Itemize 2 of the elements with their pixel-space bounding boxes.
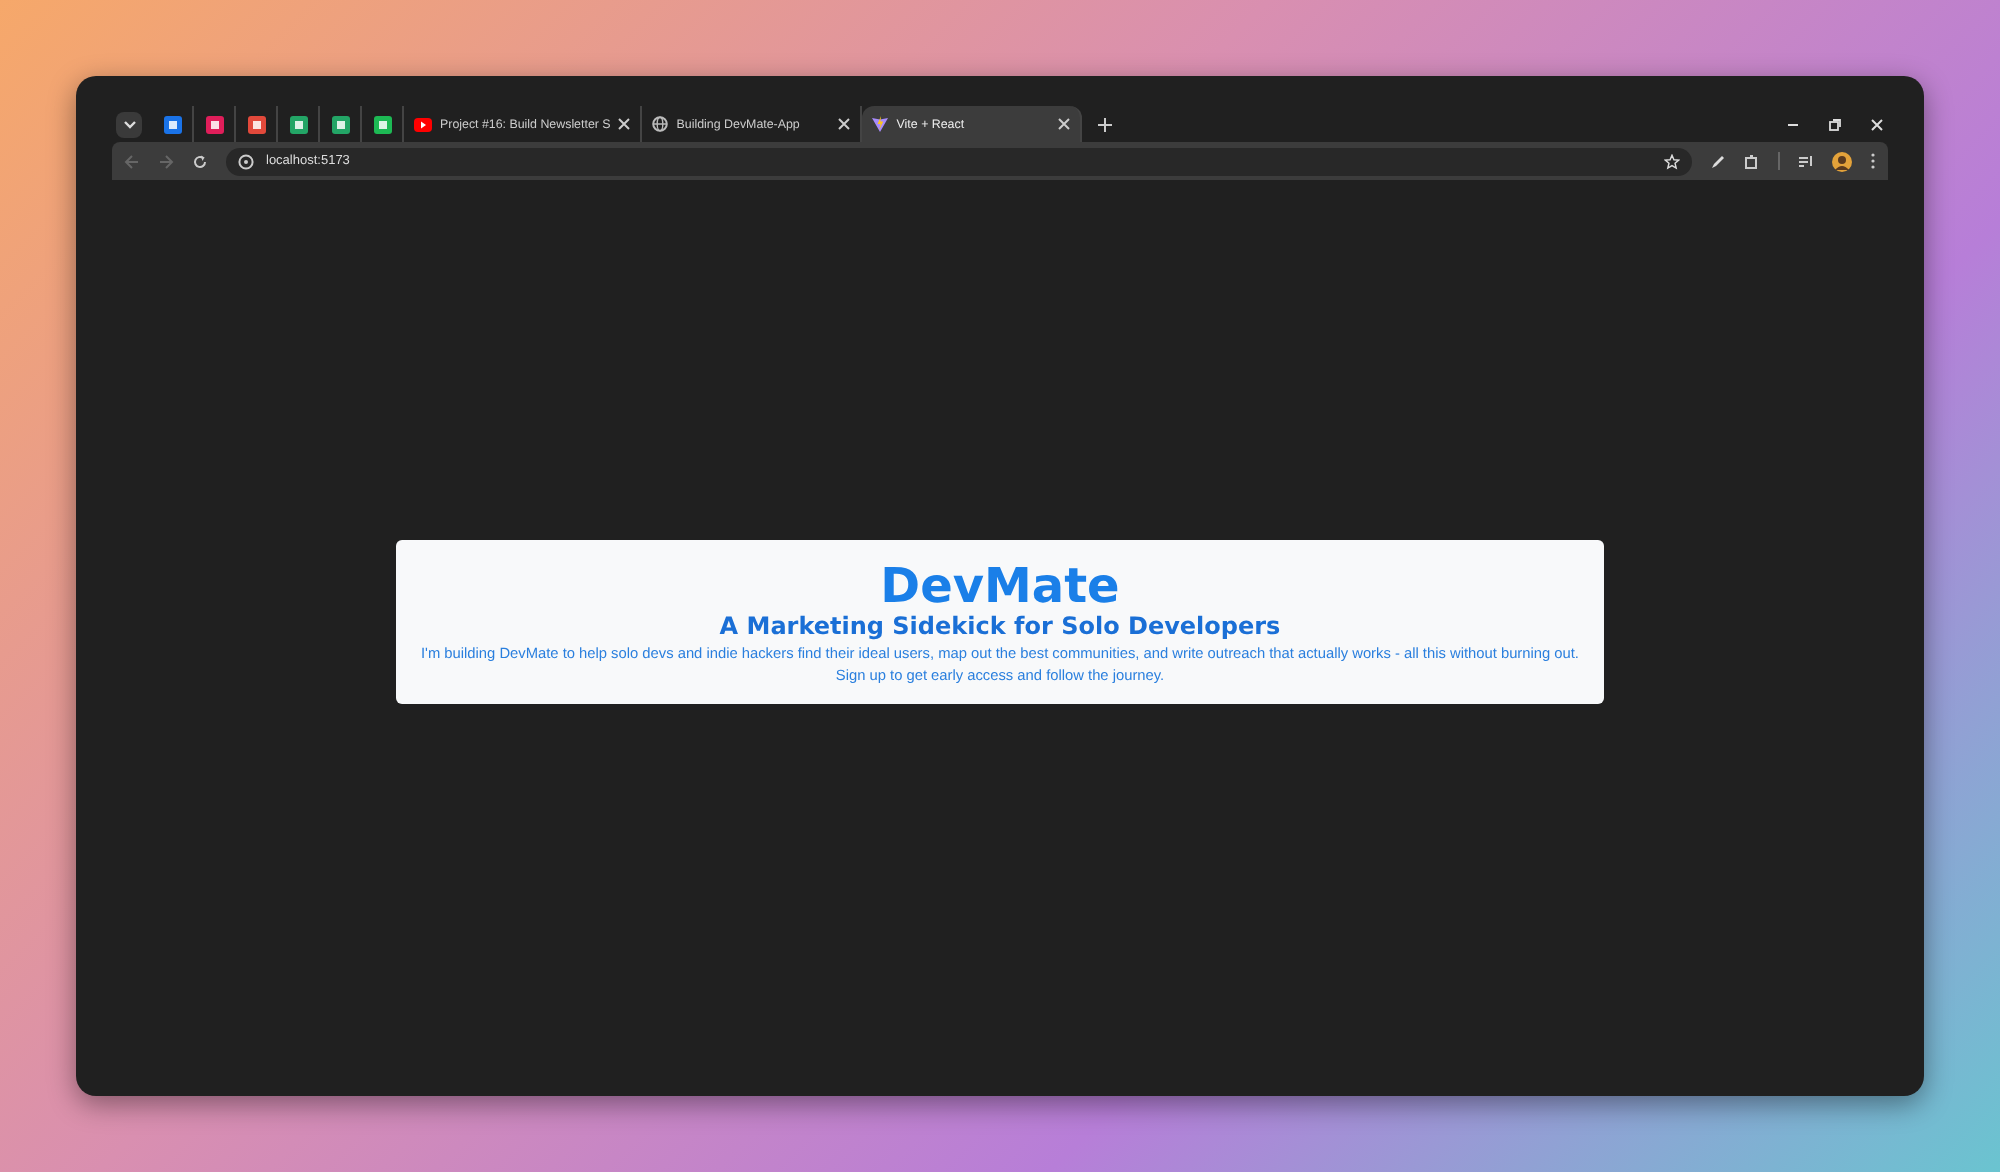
hero-subtitle: A Marketing Sidekick for Solo Developers xyxy=(717,612,1283,642)
hero-title: DevMate xyxy=(878,560,1122,612)
